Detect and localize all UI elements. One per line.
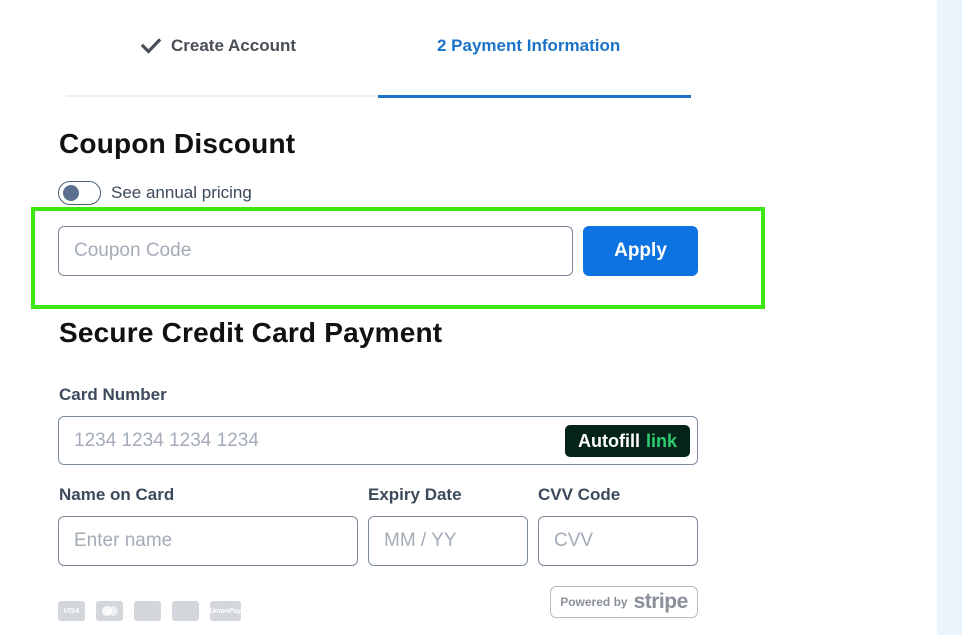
coupon-discount-heading: Coupon Discount — [59, 128, 296, 159]
step-create-account-label: Create Account — [171, 36, 297, 55]
annual-pricing-toggle-row: See annual pricing — [58, 181, 252, 205]
checkout-steps: Create Account 2 Payment Information — [66, 0, 691, 100]
stripe-logo: stripe — [633, 590, 689, 613]
annual-pricing-toggle[interactable] — [58, 181, 101, 205]
mastercard-logo — [96, 601, 123, 621]
toggle-knob — [63, 185, 79, 201]
step-payment-information[interactable]: 2 Payment Information — [437, 36, 620, 56]
autofill-label: Autofill — [578, 430, 640, 451]
powered-by-text: Powered by — [560, 595, 628, 609]
step-create-account[interactable]: Create Account — [141, 36, 296, 56]
link-logo: link — [645, 430, 677, 451]
visa-logo: VISA — [58, 601, 85, 621]
name-on-card-input[interactable]: Enter name — [58, 516, 358, 566]
card-logos: VISA UnionPay — [58, 601, 242, 621]
card-number-label: Card Number — [59, 385, 167, 404]
apply-button[interactable]: Apply — [583, 226, 698, 276]
cvv-code-label: CVV Code — [538, 485, 621, 504]
secure-payment-heading: Secure Credit Card Payment — [59, 317, 443, 348]
right-side-panel — [937, 0, 962, 635]
cvv-input[interactable]: CVV — [538, 516, 698, 566]
powered-by-stripe-badge[interactable]: Powered by stripe — [550, 586, 698, 618]
expiry-date-input[interactable]: MM / YY — [368, 516, 528, 566]
check-icon — [141, 38, 161, 54]
coupon-code-input[interactable]: Coupon Code — [58, 226, 573, 276]
step-payment-information-label: 2 Payment Information — [437, 36, 621, 55]
amex-logo — [172, 601, 199, 621]
autofill-link-button[interactable]: Autofill link — [565, 425, 690, 457]
unionpay-logo: UnionPay — [209, 601, 242, 621]
active-step-indicator — [378, 95, 691, 98]
name-on-card-label: Name on Card — [59, 485, 175, 504]
annual-pricing-label: See annual pricing — [111, 183, 252, 202]
expiry-date-label: Expiry Date — [368, 485, 462, 504]
discover-logo — [134, 601, 161, 621]
